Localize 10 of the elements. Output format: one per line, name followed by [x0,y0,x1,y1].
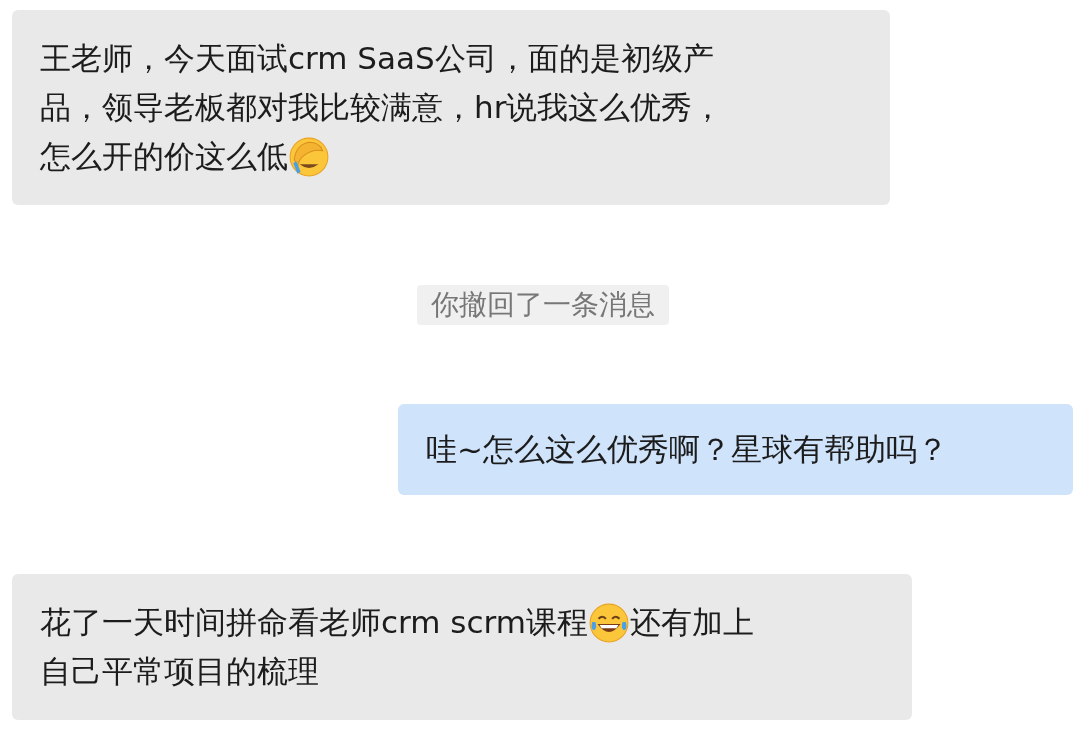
message-text: 自己平常项目的梳理 [40,652,319,691]
message-text: 花了一天时间拼命看老师crm scrm课程 [40,603,588,642]
message-text: 哇~怎么这么优秀啊？星球有帮助吗？ [426,430,948,469]
facepalm-emoji-icon [288,135,330,178]
message-text: 怎么开的价这么低 [40,137,288,176]
message-text: 还有加上 [629,603,754,642]
recall-notice: 你撤回了一条消息 [416,285,669,325]
message-text: 王老师，今天面试crm SaaS公司，面的是初级产 [40,39,714,78]
laughing-emoji-icon [587,601,630,644]
message-text: 品，领导老板都对我比较满意，hr说我这么优秀， [40,88,724,127]
